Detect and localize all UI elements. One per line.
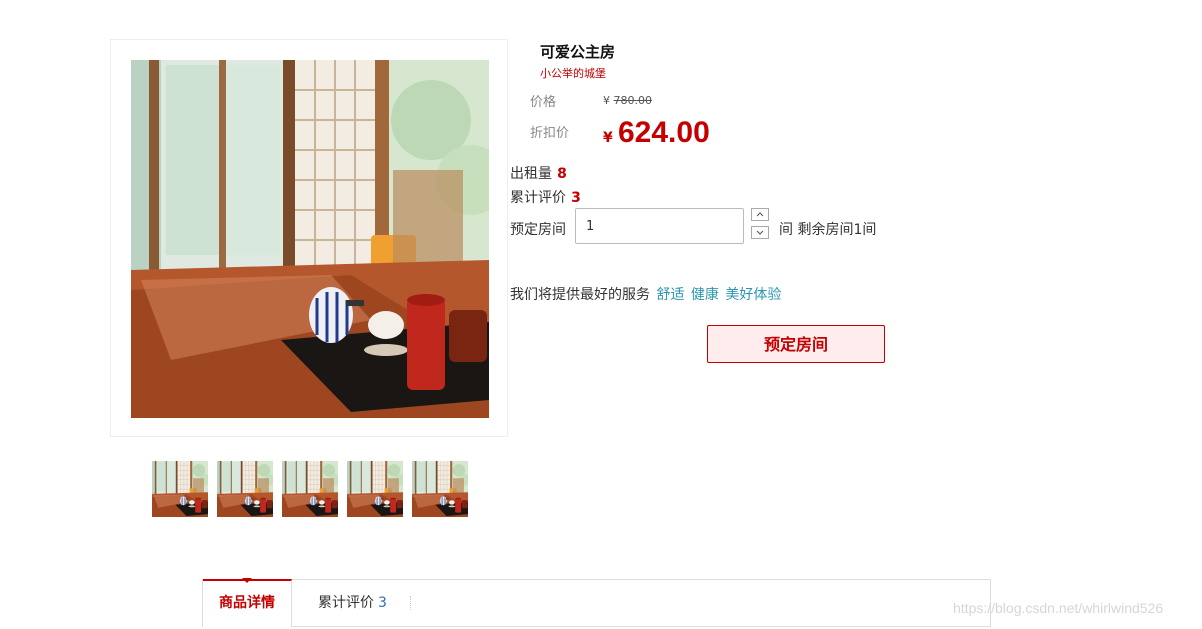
currency-symbol: ¥ xyxy=(603,94,610,107)
active-tab-caret-icon xyxy=(242,578,252,583)
chevron-down-icon xyxy=(756,230,764,235)
rented-count-row: 出租量 8 xyxy=(510,163,567,183)
original-price: ¥ 780.00 xyxy=(603,94,652,107)
room-unit: 间 xyxy=(779,222,793,238)
quantity-increase-button[interactable] xyxy=(751,208,769,221)
discount-price: 624.00 xyxy=(618,116,710,149)
book-room-button[interactable]: 预定房间 xyxy=(707,325,885,363)
quantity-decrease-button[interactable] xyxy=(751,226,769,239)
tab-reviews-label: 累计评价 xyxy=(318,595,374,611)
product-title: 可爱公主房 xyxy=(540,43,616,61)
thumbnail-image[interactable] xyxy=(412,461,468,517)
service-text: 我们将提供最好的服务 xyxy=(510,287,650,303)
booking-label: 预定房间 xyxy=(510,222,566,238)
product-subtitle: 小公举的城堡 xyxy=(540,67,606,80)
discount-price-label: 折扣价 xyxy=(530,126,570,141)
service-tag-experience[interactable]: 美好体验 xyxy=(725,287,781,303)
watermark: https://blog.csdn.net/whirlwind526 xyxy=(953,600,1164,616)
tab-reviews[interactable]: 累计评价 3 xyxy=(318,580,387,626)
thumbnail-image[interactable] xyxy=(347,461,403,517)
thumbnail-image[interactable] xyxy=(217,461,273,517)
reviews-count: 3 xyxy=(571,190,581,206)
rented-count: 8 xyxy=(557,166,567,182)
main-room-image xyxy=(131,60,489,418)
tab-divider xyxy=(410,596,411,610)
detail-tabs: 商品详情 累计评价 3 xyxy=(202,578,991,627)
service-tag-comfort[interactable]: 舒适 xyxy=(656,287,684,303)
thumbnail-image[interactable] xyxy=(152,461,208,517)
reviews-label: 累计评价 xyxy=(510,190,566,206)
room-quantity-input[interactable] xyxy=(575,208,744,244)
rented-label: 出租量 xyxy=(510,166,552,182)
tab-product-details[interactable]: 商品详情 xyxy=(203,579,292,627)
original-price-value: 780.00 xyxy=(613,94,653,107)
service-tag-health[interactable]: 健康 xyxy=(691,287,719,303)
price-label: 价格 xyxy=(530,95,557,110)
service-line: 我们将提供最好的服务 舒适 健康 美好体验 xyxy=(510,284,781,304)
remaining-rooms-text: 剩余房间1间 xyxy=(797,222,877,238)
main-image-frame xyxy=(110,39,508,437)
thumbnail-image[interactable] xyxy=(282,461,338,517)
reviews-count-row: 累计评价 3 xyxy=(510,187,581,207)
remaining-rooms: 间 剩余房间1间 xyxy=(779,219,876,239)
discount-currency-symbol: ¥ xyxy=(603,130,613,146)
tab-reviews-count: 3 xyxy=(378,595,387,611)
chevron-up-icon xyxy=(756,212,764,217)
